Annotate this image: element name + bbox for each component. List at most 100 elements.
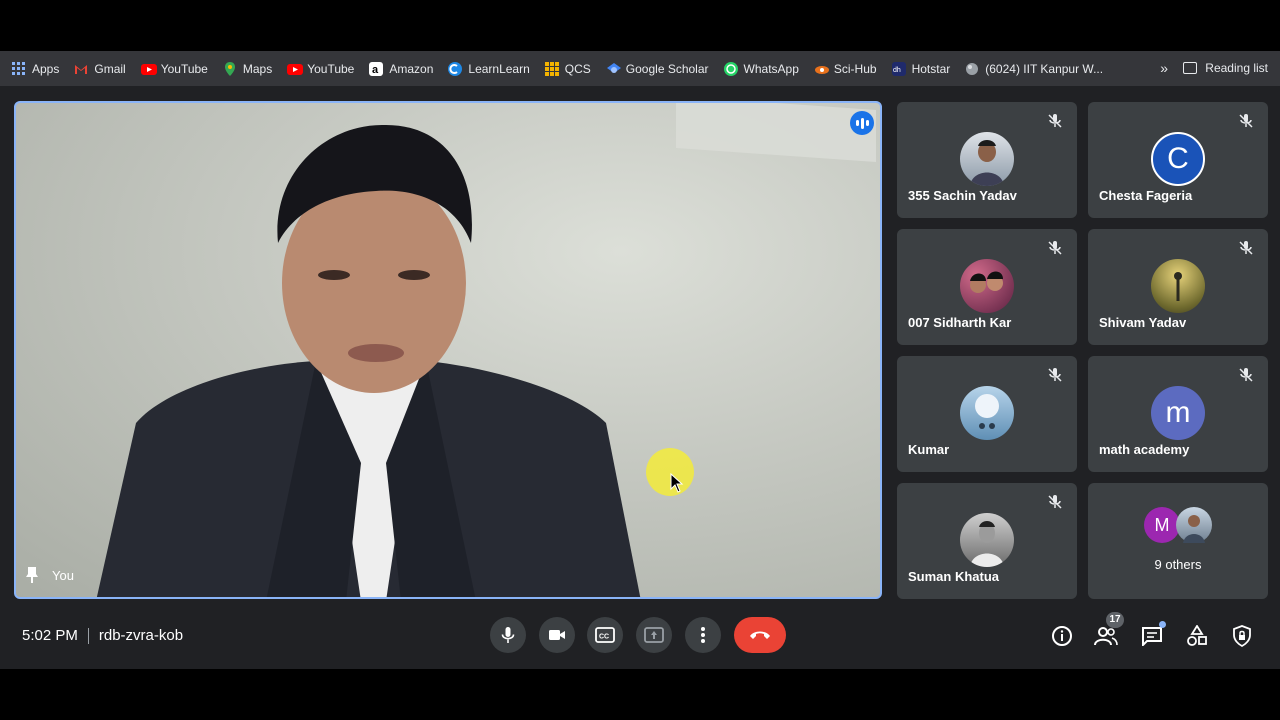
others-tile[interactable]: M 9 others [1088,483,1268,599]
bookmark-learnlearn[interactable]: LearnLearn [448,61,530,76]
people-count-badge: 17 [1106,612,1124,628]
reading-list-label: Reading list [1205,61,1268,75]
bookmark-label: Sci-Hub [833,61,877,76]
bookmark-label: Gmail [94,61,126,76]
avatar-letter: m [1165,396,1191,429]
bookmark-label: Apps [32,61,60,76]
bookmark-youtube[interactable]: YouTube [140,62,208,76]
bookmark-label: WhatsApp [743,61,799,76]
more-options-button[interactable] [685,617,721,653]
bookmark-gmail[interactable]: Gmail [74,61,126,76]
participant-name: Shivam Yadav [1099,315,1187,330]
clock-time: 5:02 PM [22,627,78,644]
apps-grid-icon [12,61,26,76]
end-call-button[interactable] [734,617,786,653]
bookmark-label: Google Scholar [625,61,709,76]
youtube-icon [140,62,157,76]
bookmark-sci-hub[interactable]: Sci-Hub [814,62,877,76]
microphone-button[interactable] [490,617,526,653]
bookmark-maps[interactable]: Maps [223,61,273,76]
bookmark-apps[interactable]: Apps [12,61,60,76]
participant-tile[interactable]: C Chesta Fageria [1088,102,1268,218]
avatar [960,132,1014,186]
speaker-video [96,124,641,597]
activities-button[interactable] [1185,624,1209,648]
bookmark-whatsapp[interactable]: WhatsApp [723,61,799,76]
bookmark-google-scholar[interactable]: Google Scholar [606,62,709,76]
mic-off-icon [1048,368,1062,382]
bookmark-label: Amazon [389,61,434,76]
meeting-info: 5:02 PM rdb-zvra-kob [22,627,183,644]
mic-off-icon [1239,368,1253,382]
reading-list-button[interactable]: Reading list [1183,61,1268,75]
meeting-code: rdb-zvra-kob [98,627,184,644]
svg-text:CC: CC [599,634,609,641]
participant-tile[interactable]: 007 Sidharth Kar [897,229,1077,345]
whatsapp-icon [723,61,738,76]
info-icon [1052,626,1072,646]
participant-name: math academy [1099,442,1190,457]
scihub-icon [814,62,829,76]
participant-tile[interactable]: 355 Sachin Yadav [897,102,1077,218]
avatar-letter: M [1154,514,1170,535]
bookmarks-bar: Apps Gmail YouTube Maps YouTube a Amazon [0,51,1280,86]
chat-button[interactable] [1140,621,1166,648]
svg-text:dh: dh [893,67,901,74]
bookmark-label: LearnLearn [468,61,530,76]
participant-name: 355 Sachin Yadav [908,188,1017,203]
participant-name: 007 Sidharth Kar [908,315,1012,330]
bookmark-youtube-2[interactable]: YouTube [287,62,354,76]
meeting-details-button[interactable] [1050,624,1074,648]
avatar-letter: C [1167,142,1189,175]
people-icon [1094,627,1118,646]
participant-tile[interactable]: Kumar [897,356,1077,472]
site-icon [965,62,979,76]
mic-off-icon [1239,241,1253,255]
bookmarks-overflow-button[interactable]: » [1160,60,1168,76]
svg-text:a: a [372,64,379,76]
others-count-label: 9 others [1154,557,1202,572]
video-camera-icon [549,630,565,640]
avatar: m [1151,386,1205,440]
bookmark-label: YouTube [307,61,355,76]
self-tile-label: You [26,567,74,583]
shield-lock-icon [1233,625,1251,647]
mic-off-icon [1048,495,1062,509]
avatar: C [1151,132,1205,186]
present-screen-icon [644,627,664,643]
participant-tile[interactable]: Suman Khatua [897,483,1077,599]
bookmark-amazon[interactable]: a Amazon [369,61,434,76]
participant-tile[interactable]: m math academy [1088,356,1268,472]
people-button[interactable]: 17 [1094,612,1124,648]
avatar [960,386,1014,440]
closed-captions-icon: CC [595,627,615,643]
present-screen-button[interactable] [636,617,672,653]
bookmark-label: Maps [242,61,273,76]
bookmark-qcs[interactable]: QCS [544,61,591,76]
captions-button[interactable]: CC [587,617,623,653]
chat-unread-dot [1159,621,1166,628]
mic-off-icon [1239,114,1253,128]
hang-up-icon [750,631,770,639]
learnlearn-icon [448,61,463,76]
pin-icon[interactable] [26,567,38,583]
meet-area: You 355 Sachin Yadav C Chesta Fageria 00… [0,86,1280,669]
participant-name: Kumar [908,442,950,457]
participant-tile[interactable]: Shivam Yadav [1088,229,1268,345]
bookmark-hotstar[interactable]: dh Hotstar [891,61,951,76]
host-controls-button[interactable] [1230,624,1254,648]
main-video-tile[interactable]: You [14,101,882,599]
camera-button[interactable] [539,617,575,653]
speaking-indicator-icon [850,111,874,135]
avatar [1176,507,1212,543]
divider [87,627,89,644]
bookmark-label: QCS [564,61,591,76]
qcs-grid-icon [544,61,559,76]
amazon-icon: a [369,61,384,76]
avatar [1151,259,1205,313]
bookmark-label: Hotstar [911,61,951,76]
bookmark-iit-kanpur[interactable]: (6024) IIT Kanpur W... [965,62,1103,76]
reading-list-icon [1183,62,1198,74]
chat-icon [1142,627,1162,646]
gmail-icon [74,62,88,76]
